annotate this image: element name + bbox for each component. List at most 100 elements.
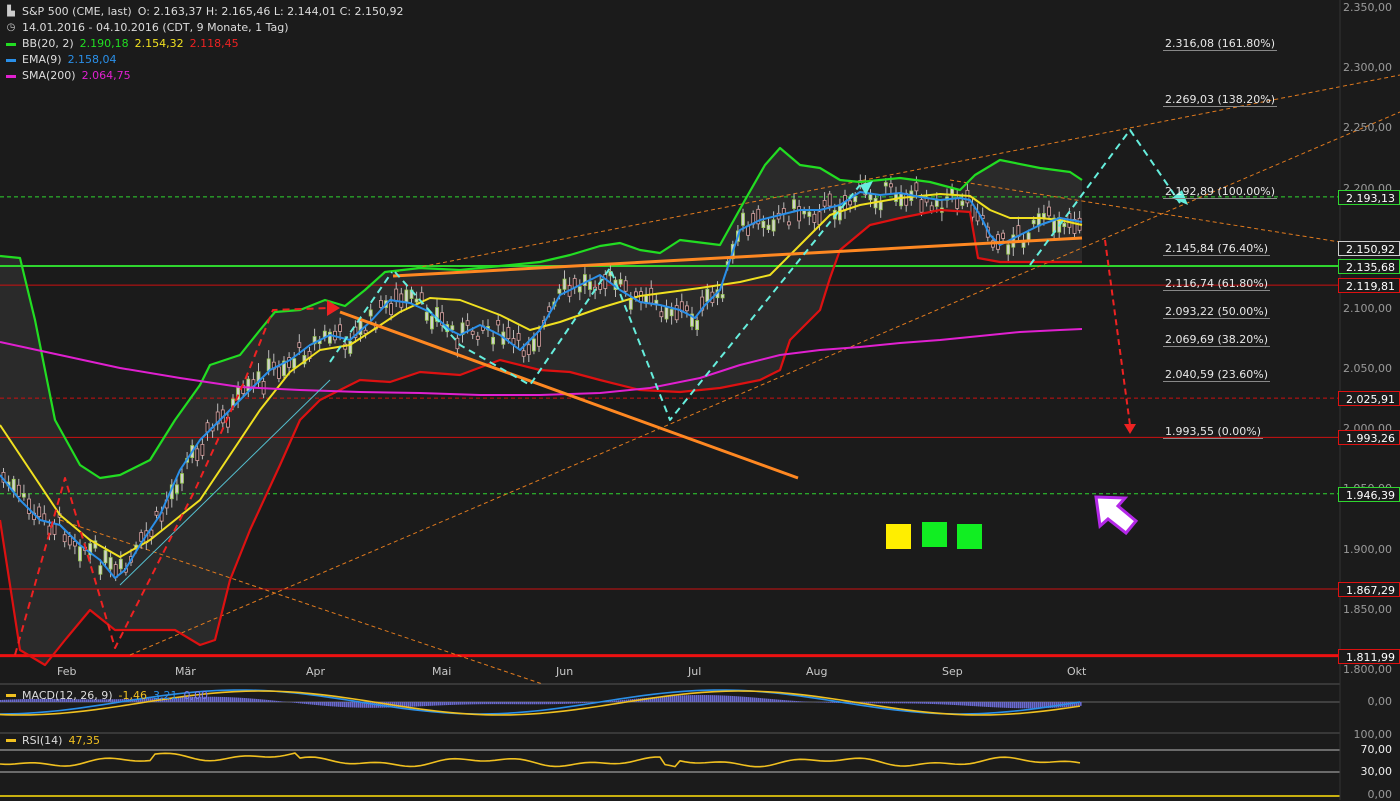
macd-histogram-bar xyxy=(788,700,790,702)
macd-histogram-bar xyxy=(964,702,966,706)
bb-label[interactable]: BB(20, 2) xyxy=(22,36,74,52)
candle-body xyxy=(63,535,66,542)
candle-body xyxy=(854,196,857,201)
macd-histogram-bar xyxy=(728,696,730,702)
candle-body xyxy=(956,198,959,209)
macd-histogram-bar xyxy=(264,700,266,702)
macd-histogram-bar xyxy=(254,699,256,702)
candle-body xyxy=(1002,233,1005,238)
macd-histogram-bar xyxy=(714,695,716,702)
macd-histogram-bar xyxy=(234,697,236,702)
fib-level-label: 2.040,59 (23.60%) xyxy=(1163,368,1270,382)
candle-body xyxy=(267,359,270,371)
macd-histogram-bar xyxy=(978,702,980,706)
macd-histogram-bar xyxy=(988,702,990,707)
macd-histogram-bar xyxy=(416,702,418,706)
sma-label[interactable]: SMA(200) xyxy=(22,68,76,84)
macd-histogram-bar xyxy=(436,702,438,706)
y-axis-tick-label: 1.900,00 xyxy=(1343,543,1392,556)
macd-histogram-bar xyxy=(220,697,222,702)
candle-body xyxy=(298,343,301,348)
macd-histogram-bar xyxy=(1010,702,1012,708)
macd-histogram-bar xyxy=(736,696,738,702)
macd-histogram-bar xyxy=(890,702,892,703)
macd-histogram-bar xyxy=(550,702,552,704)
month-label: Mär xyxy=(175,665,196,678)
macd-histogram-bar xyxy=(228,697,230,702)
candle-body xyxy=(900,194,903,206)
macd-hist-value: 0,00 xyxy=(184,689,209,702)
candle-body xyxy=(99,566,102,574)
macd-histogram-bar xyxy=(300,702,302,703)
macd-histogram-bar xyxy=(238,698,240,702)
macd-histogram-bar xyxy=(994,702,996,707)
macd-histogram-bar xyxy=(972,702,974,706)
sma-value: 2.064,75 xyxy=(82,68,131,84)
macd-histogram-bar xyxy=(670,696,672,702)
macd-histogram-bar xyxy=(984,702,986,707)
rsi-line xyxy=(0,753,1080,767)
macd-histogram-bar xyxy=(216,697,218,702)
macd-histogram-bar xyxy=(980,702,982,707)
clock-icon: ◷ xyxy=(6,20,16,36)
macd-histogram-bar xyxy=(740,697,742,702)
macd-histogram-bar xyxy=(792,701,794,702)
fib-level-label: 2.269,03 (138.20%) xyxy=(1163,93,1277,107)
candle-body xyxy=(629,300,632,310)
macd-histogram-bar xyxy=(952,702,954,705)
macd-histogram-bar xyxy=(976,702,978,706)
macd-histogram-bar xyxy=(340,702,342,707)
macd-histogram-bar xyxy=(480,702,482,704)
macd-histogram-bar xyxy=(786,700,788,702)
macd-histogram-bar xyxy=(414,702,416,707)
macd-histogram-bar xyxy=(620,700,622,702)
macd-histogram-bar xyxy=(998,702,1000,708)
macd-histogram-bar xyxy=(738,696,740,702)
chart-legend: ▙ S&P 500 (CME, last) O: 2.163,37 H: 2.1… xyxy=(6,4,404,84)
candle-body xyxy=(665,307,668,319)
chart-type-icon[interactable]: ▙ xyxy=(6,4,16,20)
macd-histogram-bar xyxy=(746,697,748,702)
macd-histogram-bar xyxy=(0,700,2,702)
macd-histogram-bar xyxy=(684,695,686,702)
candle-body xyxy=(395,289,398,301)
candle-body xyxy=(405,290,408,302)
candle-body xyxy=(1048,207,1051,216)
macd-histogram-bar xyxy=(912,702,914,703)
macd-histogram-bar xyxy=(326,702,328,706)
rsi-legend: RSI(14) 47,35 xyxy=(6,734,100,747)
bb-swatch xyxy=(6,43,16,46)
macd-histogram-bar xyxy=(464,702,466,705)
macd-histogram-bar xyxy=(722,695,724,702)
ema-label[interactable]: EMA(9) xyxy=(22,52,62,68)
macd-histogram-bar xyxy=(944,702,946,705)
macd-histogram-bar xyxy=(302,702,304,704)
macd-histogram-bar xyxy=(1000,702,1002,708)
macd-histogram-bar xyxy=(750,697,752,702)
candle-body xyxy=(364,330,367,333)
macd-histogram-bar xyxy=(432,702,434,706)
macd-histogram-bar xyxy=(986,702,988,707)
down-projection-path xyxy=(1105,240,1130,425)
macd-histogram-bar xyxy=(974,702,976,706)
candle-body xyxy=(293,359,296,368)
macd-histogram-bar xyxy=(532,702,534,704)
macd-histogram-bar xyxy=(764,698,766,702)
macd-histogram-bar xyxy=(428,702,430,706)
macd-histogram-bar xyxy=(560,702,562,704)
macd-histogram-bar xyxy=(294,702,296,703)
rsi-label[interactable]: RSI(14) xyxy=(22,734,62,747)
candle-body xyxy=(793,200,796,209)
month-label: Apr xyxy=(306,665,325,678)
macd-histogram-bar xyxy=(506,702,508,704)
macd-histogram-bar xyxy=(242,698,244,702)
candle-body xyxy=(497,320,500,325)
macd-histogram-bar xyxy=(426,702,428,706)
y-axis-tick-label: 2.350,00 xyxy=(1343,1,1392,14)
macd-histogram-bar xyxy=(318,702,320,705)
macd-histogram-bar xyxy=(872,702,874,703)
macd-histogram-bar xyxy=(502,702,504,704)
macd-histogram-bar xyxy=(280,701,282,702)
y-axis-tick-label: 1.850,00 xyxy=(1343,603,1392,616)
macd-label[interactable]: MACD(12, 26, 9) xyxy=(22,689,113,702)
